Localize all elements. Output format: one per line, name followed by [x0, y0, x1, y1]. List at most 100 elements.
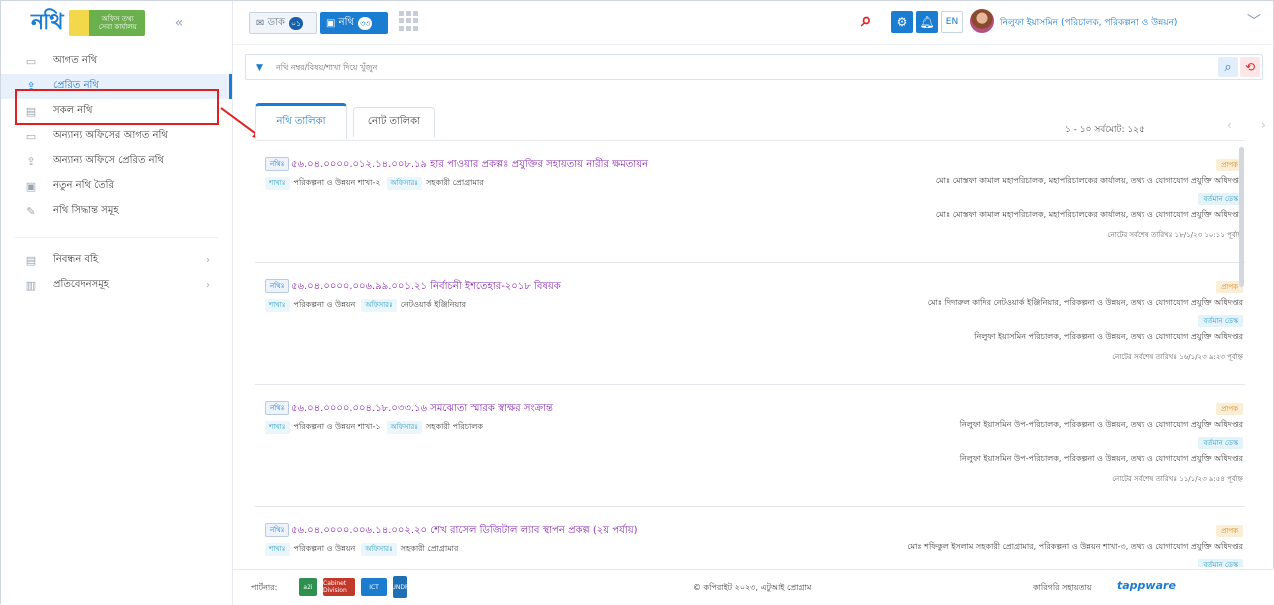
- nothi-meta: শাখাঃ পরিকল্পনা ও উন্নয়ন অফিসারঃ নেটওয়ার…: [265, 298, 472, 312]
- nothi-count-badge: ৩৩: [357, 16, 373, 30]
- chevron-right-icon[interactable]: ›: [1261, 118, 1266, 132]
- chevron-right-icon: ›: [206, 255, 210, 266]
- sidebar-nav: ▭ আগত নথি ⇪ প্রেরিত নথি ▤ সকল নথি ▭ অন্যান্য…: [1, 49, 232, 298]
- sidebar-item-decisions[interactable]: ✎ নথি সিদ্ধান্ত সমূহ: [1, 199, 232, 224]
- sidebar-item-label: নথি সিদ্ধান্ত সমূহ: [53, 205, 119, 216]
- note-last-date: নোটের সর্বশেষ তারিখঃ ১১/১/২৩ ৯:৫৪ পূর্বা…: [1112, 475, 1243, 483]
- cabinet-logo: Cabinet Division: [323, 578, 355, 596]
- shakha-value: পরিকল্পনা ও উন্নয়ন: [293, 543, 356, 553]
- filter-dropdown-icon[interactable]: ▼: [256, 63, 263, 73]
- file-icon: ▣: [326, 17, 336, 29]
- logo-badge: অফিস তথ্য সেবা কার্যালয়: [68, 10, 145, 36]
- logo[interactable]: নথি অফিস তথ্য সেবা কার্যালয় «: [1, 1, 232, 45]
- officer-value: সহকারী পরিচালক: [425, 421, 483, 431]
- current-desk-badge: বর্তমান ডেস্ক: [1198, 193, 1243, 205]
- search-bar: ▼ ⌕ ⟲: [245, 54, 1263, 80]
- avatar[interactable]: [970, 9, 994, 33]
- tab-note-list[interactable]: নোট তালিকা: [353, 107, 435, 137]
- partner-label: পার্টনার:: [251, 583, 278, 592]
- officer-tag: অফিসারঃ: [386, 176, 422, 190]
- note-last-date: নোটের সর্বশেষ তারিখঃ ১৮/১/২৩ ১০:১১ পূর্ব…: [1107, 231, 1243, 239]
- current-desk-value: মোঃ মোস্তফা কামাল মহাপরিচালক, মহাপরিচালক…: [935, 210, 1243, 219]
- search-input[interactable]: [276, 59, 1176, 75]
- sidebar-item-label: আগত নথি: [53, 55, 98, 66]
- chevron-right-icon: ›: [206, 280, 210, 291]
- nothi-title-link[interactable]: ৫৬.০৪.০০০০.০০৪.১৮.০৩৩.১৬ সমঝোতা স্মারক স…: [291, 401, 553, 418]
- ict-logo: ICT: [361, 578, 387, 596]
- sidebar-item-new[interactable]: ▣ নতুন নথি তৈরি: [1, 174, 232, 199]
- shakha-tag: শাখাঃ: [265, 542, 290, 556]
- undp-logo: UNDP: [391, 576, 409, 598]
- sidebar-item-label: নতুন নথি তৈরি: [53, 180, 115, 191]
- sidebar-item-other-incoming[interactable]: ▭ অন্যান্য অফিসের আগত নথি: [1, 124, 232, 149]
- search-icon[interactable]: ⌕: [861, 9, 885, 33]
- current-desk-value: নিলুফা ইয়াসমিন উপ-পরিচালক, পরিকল্পনা ও …: [959, 454, 1243, 463]
- collapse-sidebar-icon[interactable]: «: [175, 15, 184, 31]
- shakha-tag: শাখাঃ: [265, 420, 290, 434]
- tappware-logo[interactable]: tappware: [1117, 579, 1176, 592]
- nothi-tag: নথিঃ: [265, 401, 290, 415]
- shakha-value: পরিকল্পনা ও উন্নয়ন: [293, 299, 356, 309]
- tab-nothi-list[interactable]: নথি তালিকা: [255, 103, 347, 139]
- officer-tag: অফিসারঃ: [386, 420, 422, 434]
- sidebar-item-other-sent[interactable]: ⇪ অন্যান্য অফিসে প্রেরিত নথি: [1, 149, 232, 174]
- nothi-title-link[interactable]: ৫৬.০৪.০০০০.০১২.১৪.০০৮.১৯ হার পাওয়ার প্র…: [291, 157, 648, 174]
- sidebar-item-incoming[interactable]: ▭ আগত নথি: [1, 49, 232, 74]
- outbox-icon: ⇪: [26, 155, 36, 168]
- sidebar-item-label: অন্যান্য অফিসে প্রেরিত নথি: [53, 155, 164, 166]
- language-toggle[interactable]: EN: [941, 11, 963, 33]
- officer-tag: অফিসারঃ: [361, 298, 397, 312]
- current-desk-badge: বর্তমান ডেস্ক: [1198, 559, 1243, 567]
- sidebar-divider: [15, 224, 218, 238]
- current-desk-value: নিলুফা ইয়াসমিন পরিচালক, পরিকল্পনা ও উন্…: [974, 332, 1243, 341]
- bell-icon[interactable]: 🔔︎: [916, 11, 938, 33]
- note-last-date: নোটের সর্বশেষ তারিখঃ ১৬/১/২৩ ৯:২৩ পূর্বা…: [1112, 353, 1243, 361]
- sidebar-item-label: নিবন্ধন বহি: [53, 254, 99, 265]
- sidebar-item-label: অন্যান্য অফিসের আগত নথি: [53, 130, 168, 141]
- current-desk-badge: বর্তমান ডেস্ক: [1198, 315, 1243, 327]
- dak-tab[interactable]: ✉ ডাক ০১: [249, 12, 317, 34]
- reset-filter-icon[interactable]: ⟲: [1240, 57, 1260, 77]
- prapok-badge: প্রাপক: [1216, 525, 1243, 537]
- gear-icon[interactable]: ⚙: [891, 11, 913, 33]
- copyright-text: © কপিরাইট ২০২৩, এটুআই প্রোগ্রাম: [693, 583, 812, 592]
- list-item[interactable]: নথিঃ ৫৬.০৪.০০০০.০০৬.১৪.০০২.২০ শেখ রাসেল …: [255, 507, 1245, 567]
- list-item[interactable]: নথিঃ ৫৬.০৪.০০০০.০০৪.১৮.০৩৩.১৬ সমঝোতা স্ম…: [255, 385, 1245, 507]
- shakha-tag: শাখাঃ: [265, 298, 290, 312]
- nothi-list: নথিঃ ৫৬.০৪.০০০০.০১২.১৪.০০৮.১৯ হার পাওয়া…: [255, 140, 1245, 567]
- partner-logos: a2i Cabinet Division ICT UNDP: [299, 576, 409, 598]
- nothi-meta: শাখাঃ পরিকল্পনা ও উন্নয়ন অফিসারঃ সহকারী প…: [265, 542, 464, 556]
- inbox-icon: ▭: [25, 55, 37, 68]
- logo-word: নথি: [31, 8, 64, 35]
- nothi-title-link[interactable]: ৫৬.০৪.০০০০.০০৬.৯৯.০০১.২১ নির্বাচনী ইশতেহ…: [291, 279, 561, 296]
- user-name[interactable]: নিলুফা ইয়াসমিন (পরিচালক, পরিকল্পনা ও উন…: [1000, 15, 1177, 30]
- nothi-tag: নথিঃ: [265, 523, 290, 537]
- chevron-left-icon[interactable]: ‹: [1227, 118, 1232, 132]
- prapok-value: মোঃ মোস্তফা কামাল মহাপরিচালক, মহাপরিচালক…: [935, 176, 1243, 185]
- list-item[interactable]: নথিঃ ৫৬.০৪.০০০০.০০৬.৯৯.০০১.২১ নির্বাচনী …: [255, 263, 1245, 385]
- nothi-tab[interactable]: ▣ নথি ৩৩: [320, 12, 388, 34]
- nothi-title-link[interactable]: ৫৬.০৪.০০০০.০০৬.১৪.০০২.২০ শেখ রাসেল ডিজিট…: [291, 523, 638, 540]
- officer-value: নেটওয়ার্ক ইঞ্জিনিয়ার: [400, 299, 466, 309]
- sidebar-item-register[interactable]: ▤ নিবন্ধন বহি ›: [1, 248, 232, 273]
- sidebar-item-reports[interactable]: ▥ প্রতিবেদনসমূহ ›: [1, 273, 232, 298]
- apps-grid-icon[interactable]: [399, 11, 419, 31]
- prapok-badge: প্রাপক: [1216, 403, 1243, 415]
- chevron-down-icon[interactable]: ﹀: [1247, 11, 1261, 31]
- footer: পার্টনার: a2i Cabinet Division ICT UNDP …: [233, 569, 1274, 605]
- nothi-tag: নথিঃ: [265, 157, 290, 171]
- new-file-icon: ▣: [25, 180, 37, 193]
- dak-label: ডাক: [267, 16, 285, 28]
- annotation-highlight-box: [15, 89, 219, 125]
- shakha-tag: শাখাঃ: [265, 176, 290, 190]
- current-desk-badge: বর্তমান ডেস্ক: [1198, 437, 1243, 449]
- search-button-icon[interactable]: ⌕: [1218, 57, 1238, 77]
- officer-value: সহকারী প্রোগ্রামার: [400, 543, 459, 553]
- mail-icon: ✉: [256, 17, 265, 29]
- list-item[interactable]: নথিঃ ৫৬.০৪.০০০০.০১২.১৪.০০৮.১৯ হার পাওয়া…: [255, 141, 1245, 263]
- nothi-tag: নথিঃ: [265, 279, 290, 293]
- register-icon: ▤: [25, 254, 37, 267]
- list-scrollbar[interactable]: [1239, 147, 1244, 287]
- logo-badge-text: অফিস তথ্য সেবা কার্যালয়: [98, 15, 137, 31]
- pagination-summary: ১ - ১০ সর্বমোট: ১২৫: [1065, 125, 1145, 135]
